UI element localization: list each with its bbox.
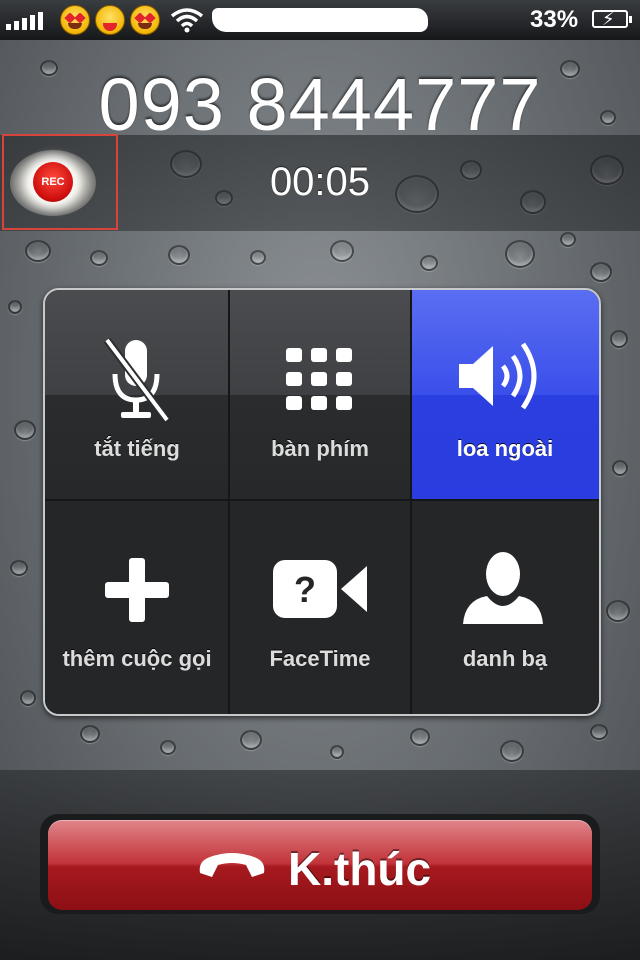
call-controls-grid: tắt tiếng bàn phím loa ngoài thêm cuộc g… xyxy=(43,288,601,716)
grid-divider xyxy=(45,499,599,501)
speaker-label: loa ngoài xyxy=(456,436,554,461)
add-call-label: thêm cuộc gọi xyxy=(62,646,212,671)
speaker-icon xyxy=(459,342,537,410)
add-call-button[interactable]: thêm cuộc gọi xyxy=(45,500,229,714)
mute-icon xyxy=(103,337,171,423)
winking-tongue-emoji-icon xyxy=(95,5,125,35)
keypad-icon xyxy=(286,348,352,410)
facetime-label: FaceTime xyxy=(269,646,371,671)
end-call-label: K.thúc xyxy=(288,843,432,895)
signal-strength-icon xyxy=(6,10,43,30)
speaker-button[interactable]: loa ngoài xyxy=(411,290,599,500)
battery-charging-icon: ⚡ xyxy=(592,9,632,29)
wifi-icon xyxy=(170,8,204,33)
grid-divider xyxy=(228,290,230,714)
facetime-icon: ? xyxy=(273,560,367,618)
facetime-button[interactable]: ? FaceTime xyxy=(229,500,411,714)
add-call-icon xyxy=(105,558,169,622)
keypad-label: bàn phím xyxy=(271,436,369,461)
heart-eyes-emoji-icon xyxy=(130,5,160,35)
record-button[interactable]: REC xyxy=(33,162,73,202)
mute-label: tắt tiếng xyxy=(94,436,180,461)
status-bar: 33% ⚡ xyxy=(0,0,640,40)
keypad-button[interactable]: bàn phím xyxy=(229,290,411,500)
battery-percentage: 33% xyxy=(530,6,579,33)
hang-up-phone-icon xyxy=(199,853,265,877)
contacts-button[interactable]: danh bạ xyxy=(411,500,599,714)
contacts-icon xyxy=(463,552,543,624)
mute-button[interactable]: tắt tiếng xyxy=(45,290,229,500)
grid-divider xyxy=(410,290,412,714)
carrier-name-redacted xyxy=(212,8,428,32)
heart-eyes-emoji-icon xyxy=(60,5,90,35)
contacts-label: danh bạ xyxy=(462,646,548,671)
svg-text:?: ? xyxy=(294,569,316,610)
